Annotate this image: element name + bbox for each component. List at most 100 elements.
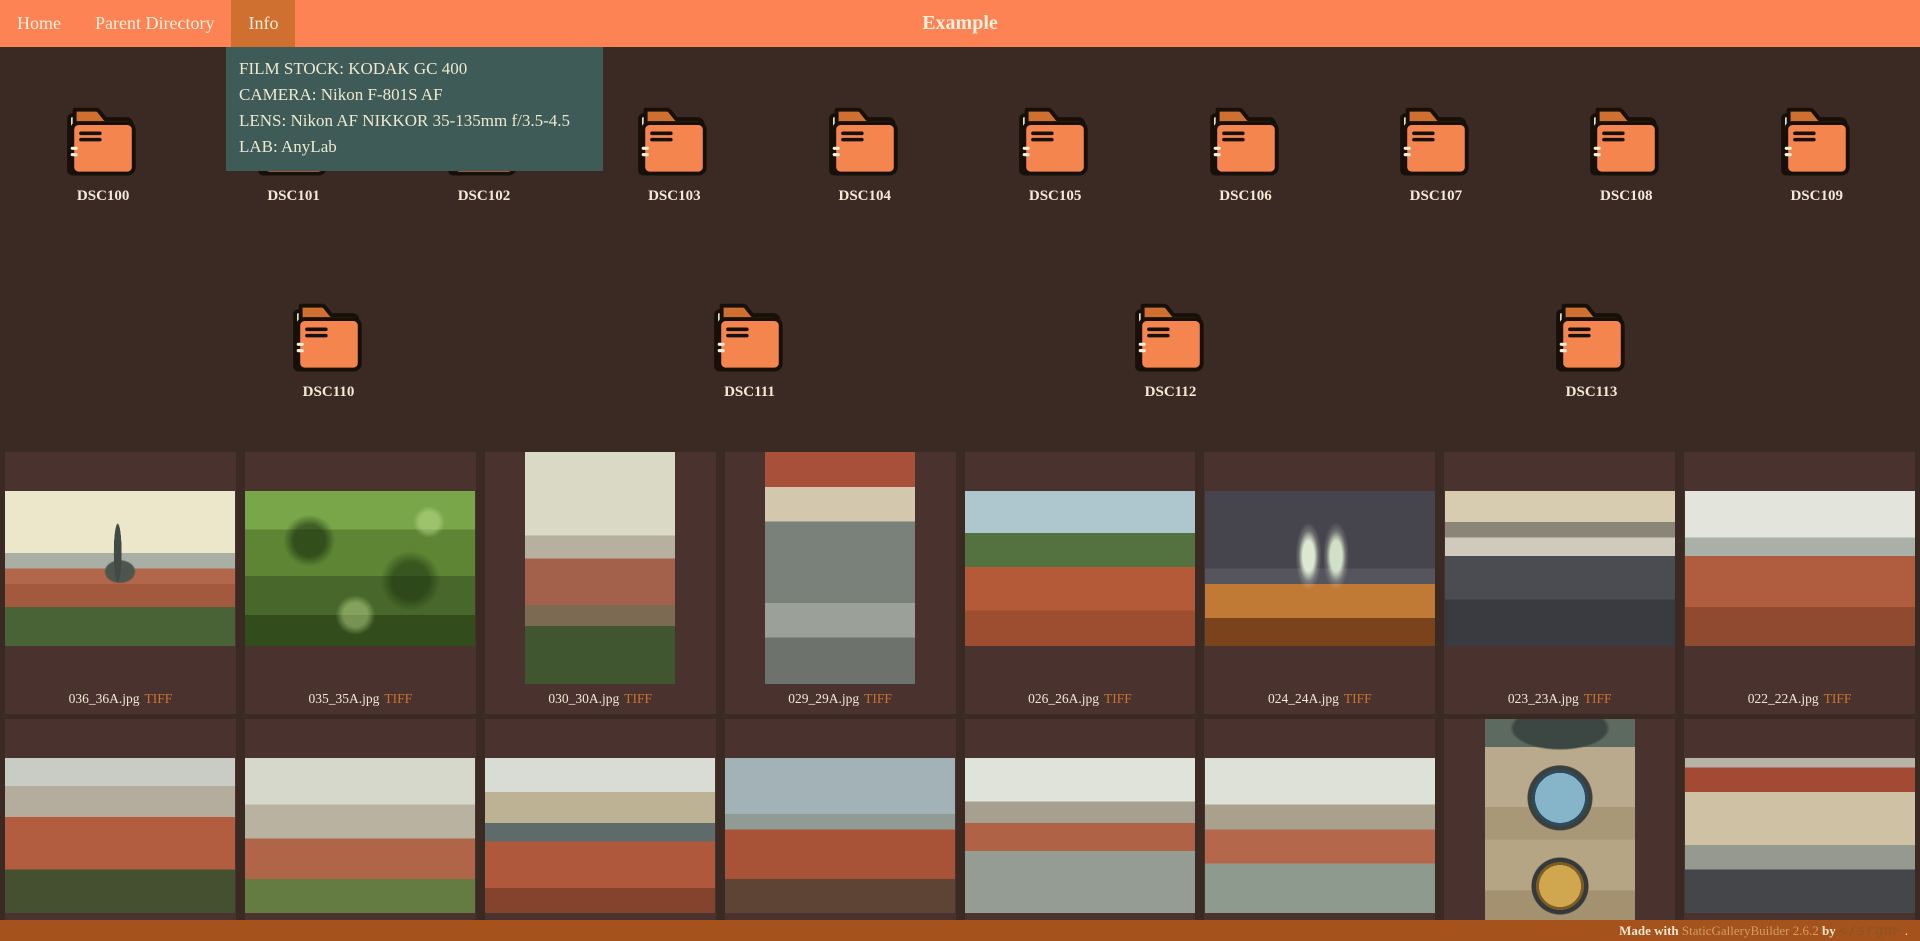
folder-item-dsc112[interactable]: DSC112 <box>1130 300 1212 402</box>
thumbnail-link[interactable] <box>1684 719 1915 941</box>
thumbnail-link[interactable] <box>485 719 716 941</box>
info-panel: FILM STOCK: KODAK GC 400 CAMERA: Nikon F… <box>226 47 603 171</box>
folder-icon <box>1776 104 1858 180</box>
gallery-cell: 022_22A.jpg TIFF <box>1684 452 1915 714</box>
folder-label: DSC108 <box>1600 186 1653 206</box>
image-filename-link[interactable]: 036_36A.jpg <box>69 691 140 707</box>
folder-icon <box>288 300 370 376</box>
tiff-link[interactable]: TIFF <box>624 691 652 707</box>
folder-item-dsc107[interactable]: DSC107 <box>1341 104 1531 206</box>
thumbnail-caption: 030_30A.jpg TIFF <box>485 684 716 714</box>
folder-label: DSC100 <box>77 186 130 206</box>
gallery-cell: 026_26A.jpg TIFF <box>965 452 1196 714</box>
tiff-link[interactable]: TIFF <box>1104 691 1132 707</box>
info-line-lab: LAB: AnyLab <box>239 134 591 160</box>
thumbnail-link[interactable] <box>1204 719 1435 941</box>
photo-thumbnail <box>965 758 1195 913</box>
thumbnail-link[interactable] <box>245 719 476 941</box>
photo-thumbnail <box>1685 758 1915 913</box>
gallery-cell <box>965 719 1196 941</box>
footer-by: by <box>1822 923 1836 939</box>
folder-icon <box>1130 300 1212 376</box>
photo-thumbnail <box>245 758 475 913</box>
photo-thumbnail <box>5 758 235 913</box>
photo-thumbnail <box>485 758 715 913</box>
thumbnail-link[interactable] <box>1684 452 1915 684</box>
gallery-cell: 030_30A.jpg TIFF <box>485 452 716 714</box>
image-filename-link[interactable]: 022_22A.jpg <box>1748 691 1819 707</box>
tiff-link[interactable]: TIFF <box>1824 691 1852 707</box>
thumbnail-link[interactable] <box>965 719 1196 941</box>
footer-dot: . <box>1905 923 1908 939</box>
thumbnail-link[interactable] <box>5 452 236 684</box>
footer-builder-link[interactable]: StaticGalleryBuilder 2.6.2 <box>1682 923 1819 939</box>
gallery-cell <box>245 719 476 941</box>
folder-label: DSC113 <box>1566 382 1618 402</box>
folder-item-dsc104[interactable]: DSC104 <box>770 104 960 206</box>
thumbnail-link[interactable] <box>5 719 236 941</box>
folder-label: DSC101 <box>267 186 320 206</box>
photo-thumbnail <box>245 491 475 646</box>
thumbnail-caption: 022_22A.jpg TIFF <box>1684 684 1915 714</box>
folder-item-dsc110[interactable]: DSC110 <box>288 300 370 402</box>
gallery-cell <box>485 719 716 941</box>
thumbnail-caption: 036_36A.jpg TIFF <box>5 684 236 714</box>
photo-thumbnail <box>1205 758 1435 913</box>
tiff-link[interactable]: TIFF <box>384 691 412 707</box>
folder-item-dsc108[interactable]: DSC108 <box>1531 104 1721 206</box>
thumbnail-link[interactable] <box>1204 452 1435 684</box>
thumbnail-caption: 023_23A.jpg TIFF <box>1444 684 1675 714</box>
tiff-link[interactable]: TIFF <box>864 691 892 707</box>
thumbnail-link[interactable] <box>1444 452 1675 684</box>
folder-icon <box>62 104 144 180</box>
image-filename-link[interactable]: 035_35A.jpg <box>308 691 379 707</box>
gallery-cell: 023_23A.jpg TIFF <box>1444 452 1675 714</box>
folders-row-2: DSC110 DSC111 DSC112 DSC113 <box>0 300 1920 402</box>
thumbnail-link[interactable] <box>485 452 716 684</box>
thumbnail-link[interactable] <box>1444 719 1675 941</box>
gallery-cell: 029_29A.jpg TIFF <box>725 452 956 714</box>
folder-icon <box>1585 104 1667 180</box>
nav-item-info[interactable]: Info <box>231 0 295 47</box>
gallery-cell <box>1204 719 1435 941</box>
gallery-cell: 024_24A.jpg TIFF <box>1204 452 1435 714</box>
folder-label: DSC111 <box>724 382 775 402</box>
thumbnail-link[interactable] <box>965 452 1196 684</box>
image-filename-link[interactable]: 030_30A.jpg <box>548 691 619 707</box>
folder-item-dsc106[interactable]: DSC106 <box>1151 104 1341 206</box>
folder-label: DSC112 <box>1145 382 1197 402</box>
folder-label: DSC103 <box>648 186 701 206</box>
gallery-cell <box>725 719 956 941</box>
tiff-link[interactable]: TIFF <box>1584 691 1612 707</box>
folder-item-dsc113[interactable]: DSC113 <box>1551 300 1633 402</box>
folder-item-dsc111[interactable]: DSC111 <box>709 300 791 402</box>
thumbnail-caption: 026_26A.jpg TIFF <box>965 684 1196 714</box>
thumbnail-link[interactable] <box>245 452 476 684</box>
folder-item-dsc105[interactable]: DSC105 <box>960 104 1150 206</box>
folder-label: DSC104 <box>838 186 891 206</box>
nav-item-home[interactable]: Home <box>0 0 78 47</box>
folder-label: DSC106 <box>1219 186 1272 206</box>
photo-thumbnail <box>965 491 1195 646</box>
thumbnail-link[interactable] <box>725 719 956 941</box>
footer-srgn-logo[interactable]: </srgn> <box>1839 923 1902 939</box>
folder-label: DSC102 <box>458 186 511 206</box>
folder-item-dsc103[interactable]: DSC103 <box>579 104 769 206</box>
folder-item-dsc100[interactable]: DSC100 <box>8 104 198 206</box>
info-line-camera: CAMERA: Nikon F-801S AF <box>239 82 591 108</box>
tiff-link[interactable]: TIFF <box>1344 691 1372 707</box>
image-filename-link[interactable]: 023_23A.jpg <box>1508 691 1579 707</box>
image-filename-link[interactable]: 024_24A.jpg <box>1268 691 1339 707</box>
image-filename-link[interactable]: 029_29A.jpg <box>788 691 859 707</box>
folder-icon <box>633 104 715 180</box>
thumbnail-link[interactable] <box>725 452 956 684</box>
footer-made-with: Made with <box>1619 923 1679 939</box>
folder-item-dsc109[interactable]: DSC109 <box>1722 104 1912 206</box>
thumbnail-caption: 029_29A.jpg TIFF <box>725 684 956 714</box>
nav-item-parent-directory[interactable]: Parent Directory <box>78 0 231 47</box>
gallery-cell: 035_35A.jpg TIFF <box>245 452 476 714</box>
thumbnail-caption: 035_35A.jpg TIFF <box>245 684 476 714</box>
photo-thumbnail <box>1205 491 1435 646</box>
image-filename-link[interactable]: 026_26A.jpg <box>1028 691 1099 707</box>
tiff-link[interactable]: TIFF <box>144 691 172 707</box>
